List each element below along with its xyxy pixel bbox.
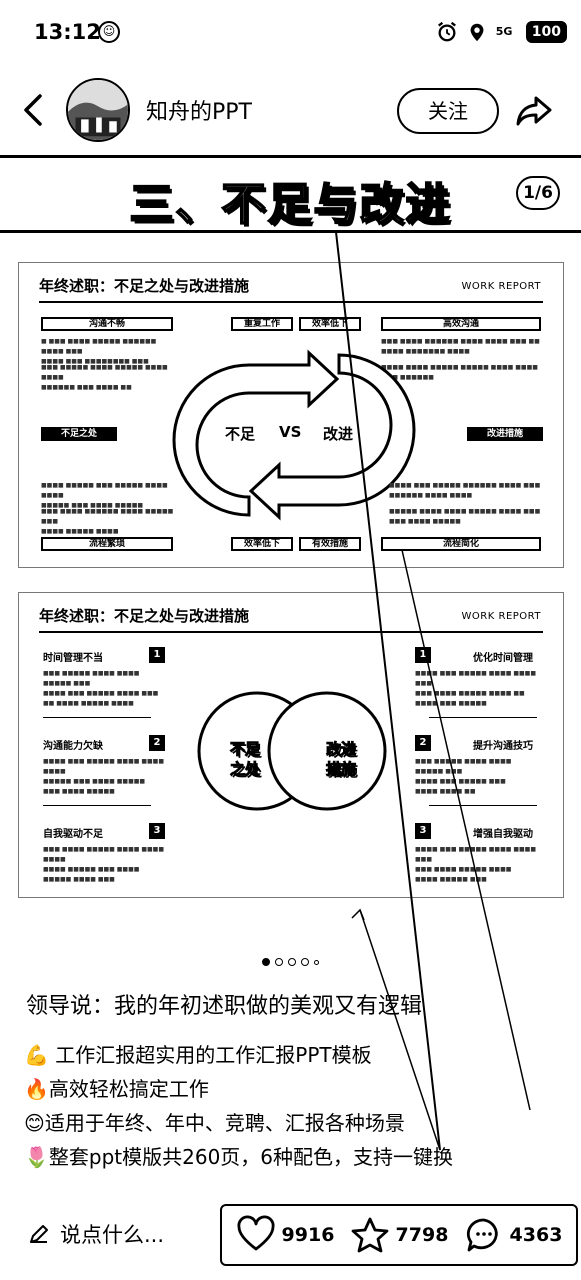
banner-title: 三、不足与改进 bbox=[129, 178, 452, 231]
carousel-dot bbox=[314, 959, 319, 965]
notification-icon: ☺ bbox=[98, 21, 120, 43]
circle-right-label: 改进 措施 bbox=[325, 740, 356, 779]
bar-top-right: 高效沟通 bbox=[381, 317, 541, 331]
carousel-indicator bbox=[0, 958, 581, 966]
post-line: 🔥高效轻松搞定工作 bbox=[24, 1077, 209, 1101]
post-headline: 领导说：我的年初述职做的美观又有逻辑 bbox=[26, 994, 423, 1019]
right-item-1-num: 1 bbox=[415, 647, 431, 663]
left-item-1-title: 时间管理不当 bbox=[43, 653, 103, 664]
carousel-dot bbox=[275, 958, 283, 966]
star-button[interactable]: 7798 bbox=[350, 1215, 449, 1255]
center-right-label: 改进 bbox=[323, 425, 354, 443]
circle-left-label: 不足 之处 bbox=[229, 740, 260, 779]
carousel-dot bbox=[288, 958, 296, 966]
pencil-icon bbox=[30, 1225, 48, 1243]
bar-mid-right: 改进措施 bbox=[467, 427, 543, 441]
slide-title: 年终述职：不足之处与改进措施 bbox=[39, 277, 250, 295]
share-icon[interactable] bbox=[514, 90, 554, 130]
post-header: 知舟的PPT 关注 bbox=[0, 72, 581, 152]
left-item-2-title: 沟通能力欠缺 bbox=[43, 741, 103, 752]
bar-top-mid-a: 重复工作 bbox=[231, 317, 293, 331]
right-item-3-title: 增强自我驱动 bbox=[473, 829, 533, 840]
back-icon[interactable] bbox=[18, 90, 52, 130]
status-time: 13:12 bbox=[34, 20, 101, 44]
post-line: 😊适用于年终、年中、竞聘、汇报各种场景 bbox=[24, 1111, 405, 1135]
left-item-2-num: 2 bbox=[149, 735, 165, 751]
right-item-1-title: 优化时间管理 bbox=[473, 653, 533, 664]
post-body: 💪 工作汇报超实用的工作汇报PPT模板 🔥高效轻松搞定工作 😊适用于年终、年中、… bbox=[24, 1038, 564, 1174]
bar-top-mid-b: 效率低下 bbox=[299, 317, 361, 331]
center-left-label: 不足 bbox=[225, 425, 256, 443]
bar-bot-right: 流程简化 bbox=[381, 537, 541, 551]
carousel-dot bbox=[301, 958, 309, 966]
like-button[interactable]: 9916 bbox=[236, 1215, 335, 1255]
comment-count: 4363 bbox=[509, 1224, 563, 1246]
slide-title: 年终述职：不足之处与改进措施 bbox=[39, 607, 250, 625]
center-vs-label: VS bbox=[279, 423, 302, 441]
image-pager: 1/6 bbox=[516, 176, 560, 210]
bar-bot-left: 流程繁琐 bbox=[41, 537, 173, 551]
left-item-3-num: 3 bbox=[149, 823, 165, 839]
author-name[interactable]: 知舟的PPT bbox=[146, 94, 252, 126]
bar-mid-left: 不足之处 bbox=[41, 427, 117, 441]
slide-preview-2[interactable]: 年终述职：不足之处与改进措施 WORK REPORT 时间管理不当 1 ■■■ … bbox=[18, 592, 564, 898]
comment-placeholder: 说点什么... bbox=[60, 1223, 165, 1247]
right-item-2-title: 提升沟通技巧 bbox=[473, 741, 533, 752]
network-indicator: 5G bbox=[495, 25, 513, 38]
status-bar: 13:12 ☺ 5G 100 bbox=[0, 0, 581, 70]
bar-top-left: 沟通不畅 bbox=[41, 317, 173, 331]
carousel-dot bbox=[262, 958, 270, 966]
star-count: 7798 bbox=[395, 1224, 449, 1246]
slide-report-label: WORK REPORT bbox=[461, 611, 541, 622]
comment-bubble-icon bbox=[466, 1218, 498, 1252]
author-avatar[interactable] bbox=[66, 78, 130, 142]
left-item-1-num: 1 bbox=[149, 647, 165, 663]
post-line: 💪 工作汇报超实用的工作汇报PPT模板 bbox=[24, 1043, 372, 1067]
bottom-action-bar: 说点什么... 9916 7798 4363 bbox=[0, 1188, 581, 1280]
comments-button[interactable]: 4363 bbox=[464, 1215, 563, 1255]
bar-bot-mid-b: 有效措施 bbox=[299, 537, 361, 551]
battery-indicator: 100 bbox=[525, 21, 567, 43]
location-icon bbox=[470, 23, 484, 42]
slide-banner: 三、不足与改进 1/6 bbox=[0, 155, 581, 233]
slide-report-label: WORK REPORT bbox=[461, 281, 541, 292]
heart-icon bbox=[237, 1215, 275, 1251]
follow-button[interactable]: 关注 bbox=[397, 88, 499, 134]
alarm-icon bbox=[437, 21, 456, 42]
like-count: 9916 bbox=[281, 1224, 335, 1246]
star-icon bbox=[351, 1217, 388, 1253]
engagement-actions: 9916 7798 4363 bbox=[220, 1204, 578, 1266]
bar-bot-mid-a: 效率低下 bbox=[231, 537, 293, 551]
right-item-2-num: 2 bbox=[415, 735, 431, 751]
post-line: 🌷整套ppt模版共260页，6种配色，支持一键换 bbox=[24, 1145, 454, 1169]
slide-preview-1[interactable]: 年终述职：不足之处与改进措施 WORK REPORT 沟通不畅 重复工作 效率低… bbox=[18, 262, 564, 568]
left-item-3-title: 自我驱动不足 bbox=[43, 829, 103, 840]
right-item-3-num: 3 bbox=[415, 823, 431, 839]
comment-input[interactable]: 说点什么... bbox=[28, 1208, 164, 1260]
